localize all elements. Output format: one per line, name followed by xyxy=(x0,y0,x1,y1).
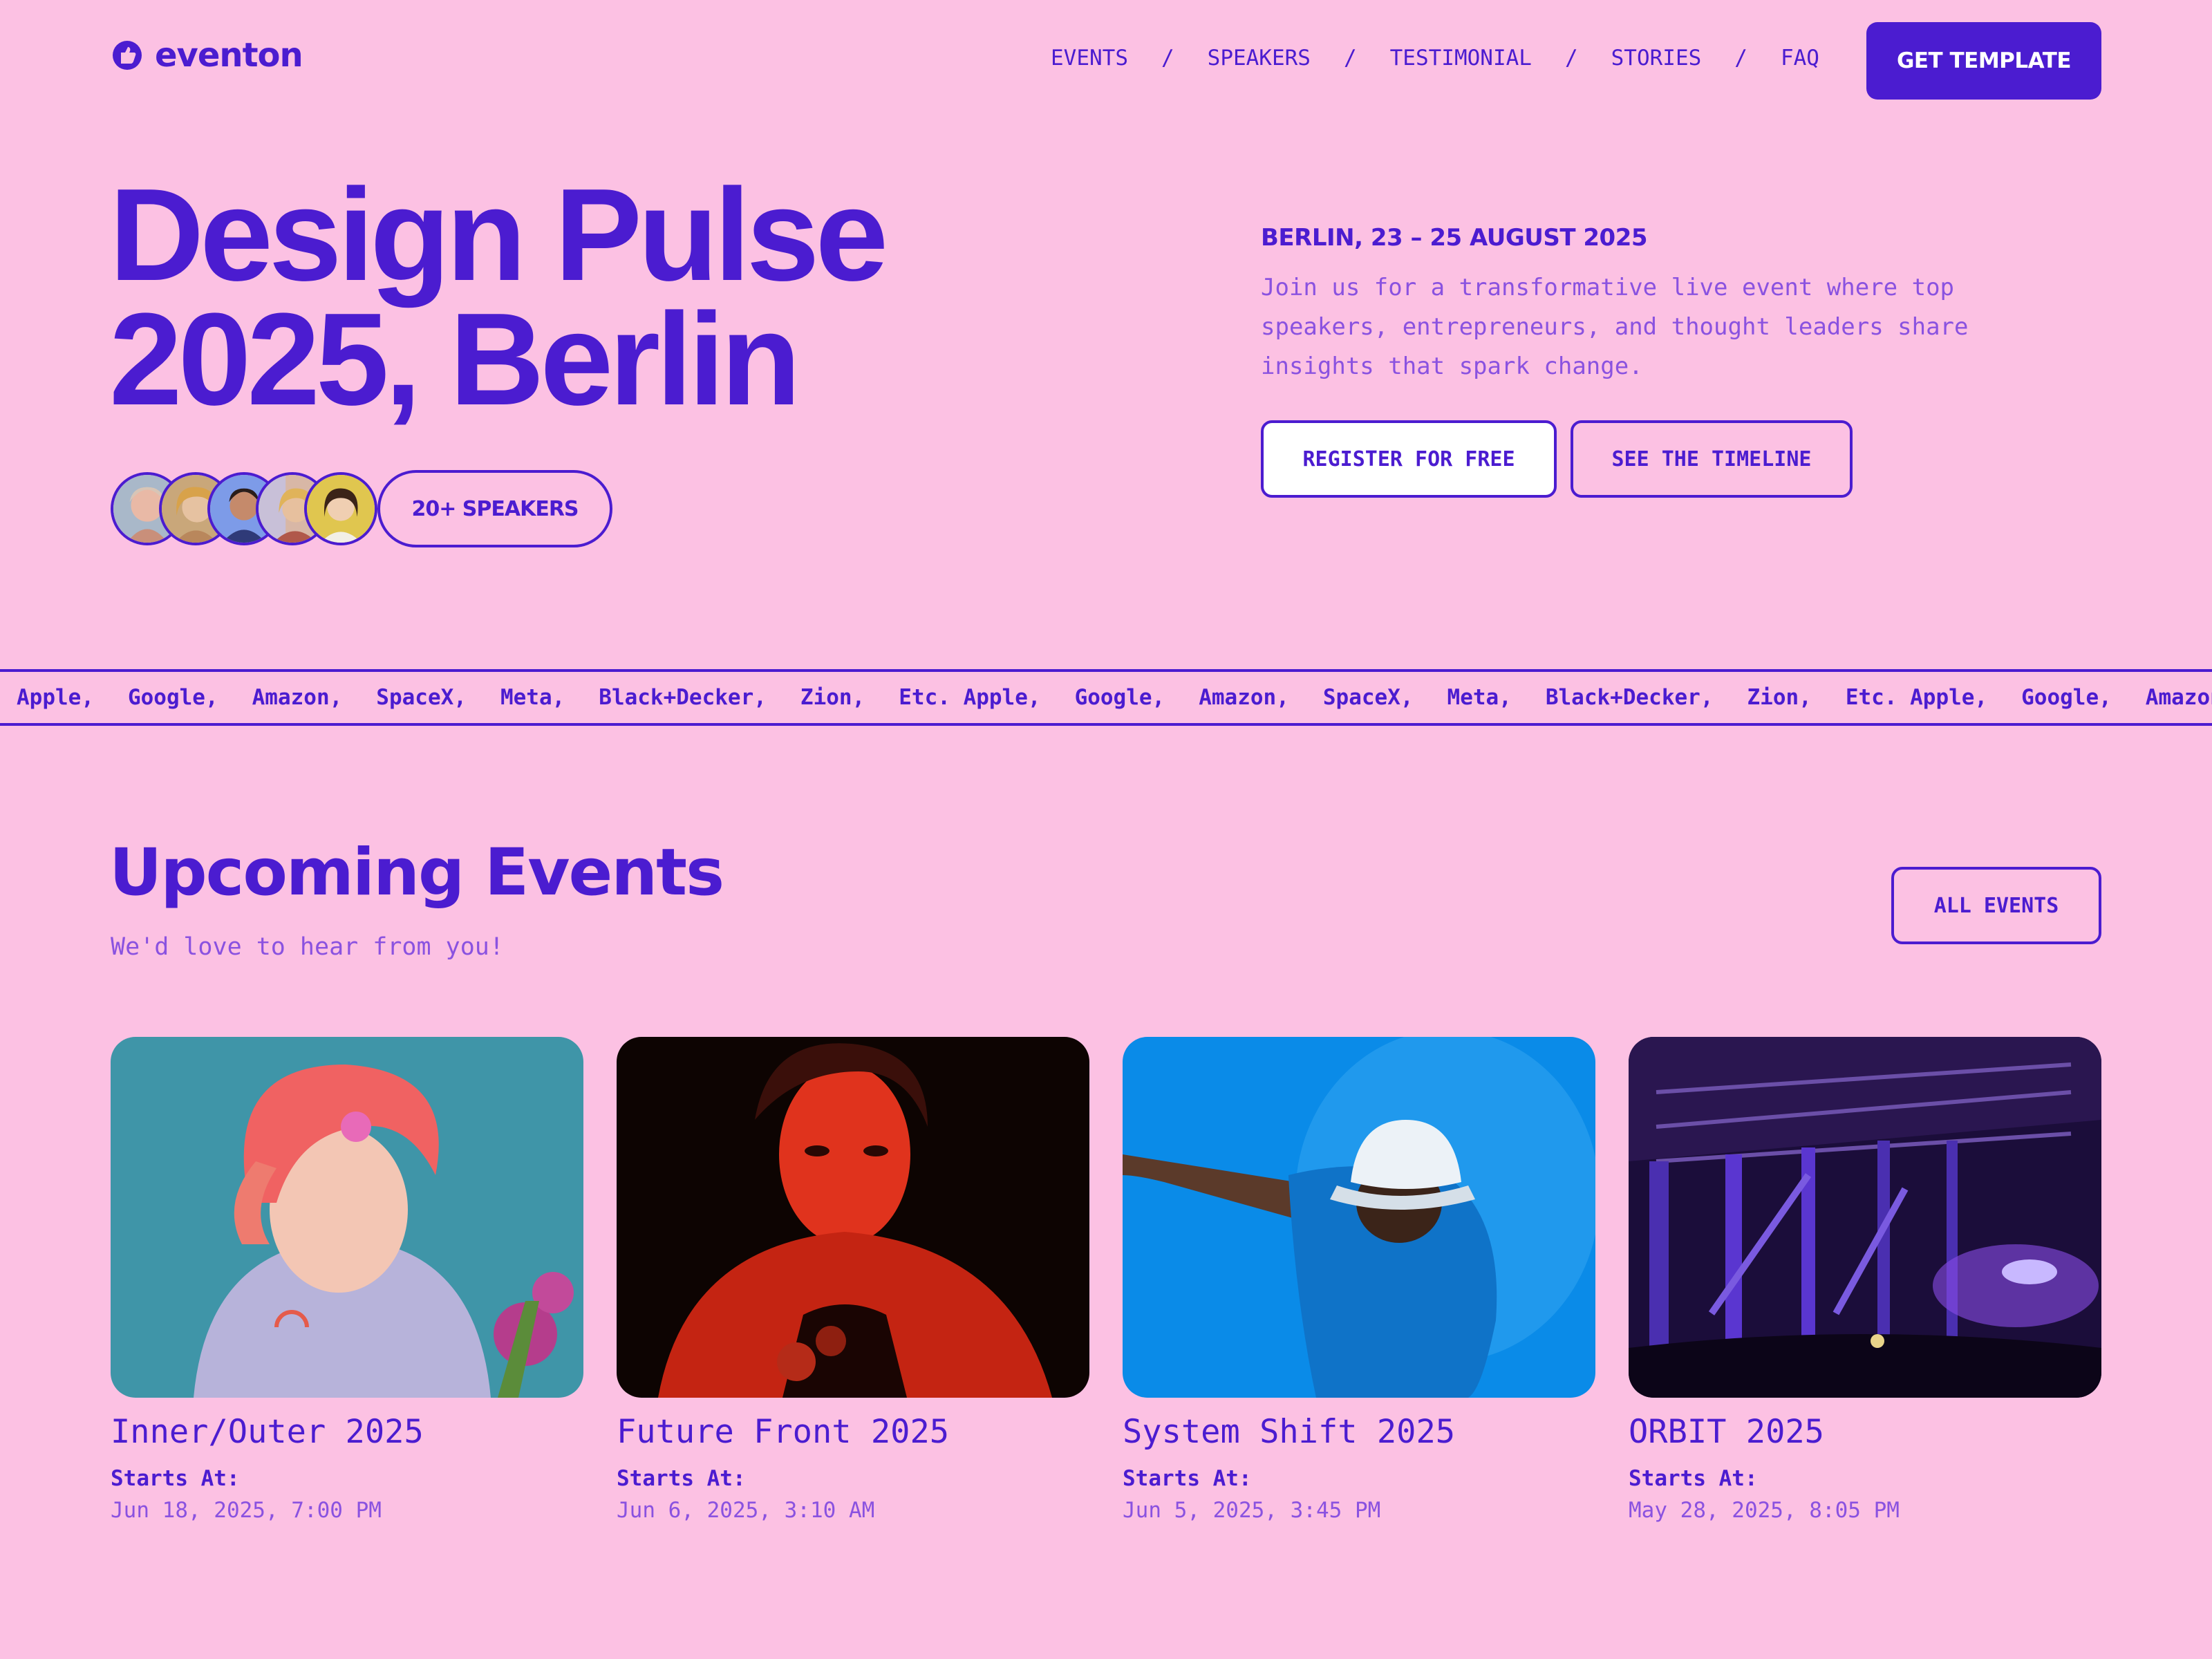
speakers-count-pill[interactable]: 20+ SPEAKERS xyxy=(377,470,612,547)
register-button[interactable]: REGISTER FOR FREE xyxy=(1261,420,1557,498)
nav-testimonial[interactable]: TESTIMONIAL xyxy=(1390,46,1532,71)
event-card[interactable]: Inner/Outer 2025 Starts At: Jun 18, 2025… xyxy=(111,1037,583,1523)
sponsor-name: Google, xyxy=(2021,685,2112,710)
sponsor-name: Zion, xyxy=(800,685,865,710)
event-start-date: Jun 6, 2025, 3:10 AM xyxy=(617,1498,875,1523)
event-card[interactable]: Future Front 2025 Starts At: Jun 6, 2025… xyxy=(617,1037,1089,1523)
event-start-date: May 28, 2025, 8:05 PM xyxy=(1629,1498,1900,1523)
nav-events[interactable]: EVENTS xyxy=(1051,46,1128,71)
event-start-label: Starts At: xyxy=(1629,1466,1758,1491)
sponsor-name: Amazon, xyxy=(252,685,343,710)
hero-title: Design Pulse 2025, Berlin xyxy=(109,169,888,425)
all-events-button[interactable]: ALL EVENTS xyxy=(1891,867,2101,944)
main-nav: EVENTS / SPEAKERS / TESTIMONIAL / STORIE… xyxy=(1051,46,1819,71)
section-subtitle: We'd love to hear from you! xyxy=(111,933,504,961)
event-image xyxy=(1123,1037,1595,1398)
event-card[interactable]: ORBIT 2025 Starts At: May 28, 2025, 8:05… xyxy=(1629,1037,2101,1523)
sponsor-name: SpaceX, xyxy=(1322,685,1414,710)
event-image xyxy=(111,1037,583,1398)
hero-description: Join us for a transformative live event … xyxy=(1261,274,1969,380)
event-start-label: Starts At: xyxy=(111,1466,240,1491)
timeline-button[interactable]: SEE THE TIMELINE xyxy=(1571,420,1853,498)
event-card[interactable]: System Shift 2025 Starts At: Jun 5, 2025… xyxy=(1123,1037,1595,1523)
hero-title-line2: 2025, Berlin xyxy=(109,286,801,433)
event-start-date: Jun 18, 2025, 7:00 PM xyxy=(111,1498,382,1523)
nav-faq[interactable]: FAQ xyxy=(1781,46,1819,71)
event-title[interactable]: ORBIT 2025 xyxy=(1629,1413,2101,1451)
brand-logo[interactable]: eventon xyxy=(111,36,303,75)
brand-name: eventon xyxy=(155,36,303,75)
event-start-label: Starts At: xyxy=(617,1466,746,1491)
event-image xyxy=(617,1037,1089,1398)
sponsor-name: Apple, xyxy=(17,685,94,710)
nav-separator: / xyxy=(1564,46,1578,71)
nav-speakers[interactable]: SPEAKERS xyxy=(1208,46,1311,71)
sponsor-name: Black+Decker, xyxy=(1545,685,1714,710)
nav-separator: / xyxy=(1343,46,1357,71)
sponsor-name: Etc. Apple, xyxy=(1845,685,1988,710)
nav-separator: / xyxy=(1161,46,1174,71)
avatar[interactable] xyxy=(304,472,377,545)
event-title[interactable]: System Shift 2025 xyxy=(1123,1413,1595,1451)
event-title[interactable]: Future Front 2025 xyxy=(617,1413,1089,1451)
nav-separator: / xyxy=(1734,46,1747,71)
sponsor-name: Amazon, xyxy=(2145,685,2212,710)
sponsor-name: Amazon, xyxy=(1199,685,1289,710)
sponsor-name: Zion, xyxy=(1747,685,1812,710)
section-title: Upcoming Events xyxy=(109,835,724,910)
sponsor-name: Google, xyxy=(1074,685,1165,710)
event-start-label: Starts At: xyxy=(1123,1466,1252,1491)
sponsor-name: SpaceX, xyxy=(376,685,467,710)
event-start-date: Jun 5, 2025, 3:45 PM xyxy=(1123,1498,1381,1523)
nav-stories[interactable]: STORIES xyxy=(1611,46,1702,71)
sponsor-name: Etc. Apple, xyxy=(899,685,1041,710)
event-date-location: BERLIN, 23 – 25 AUGUST 2025 xyxy=(1261,224,1648,252)
sponsor-name: Black+Decker, xyxy=(599,685,767,710)
sponsor-name: Meta, xyxy=(500,685,565,710)
speaker-avatars: 20+ SPEAKERS xyxy=(111,470,612,547)
event-image xyxy=(1629,1037,2101,1398)
event-title[interactable]: Inner/Outer 2025 xyxy=(111,1413,583,1451)
logo-icon xyxy=(113,41,142,70)
marquee-track: Apple, Google, Amazon, SpaceX, Meta, Bla… xyxy=(0,685,2212,710)
sponsor-name: Meta, xyxy=(1447,685,1512,710)
sponsor-name: Google, xyxy=(127,685,218,710)
sponsors-marquee: Apple, Google, Amazon, SpaceX, Meta, Bla… xyxy=(0,669,2212,726)
get-template-button[interactable]: GET TEMPLATE xyxy=(1866,22,2101,100)
